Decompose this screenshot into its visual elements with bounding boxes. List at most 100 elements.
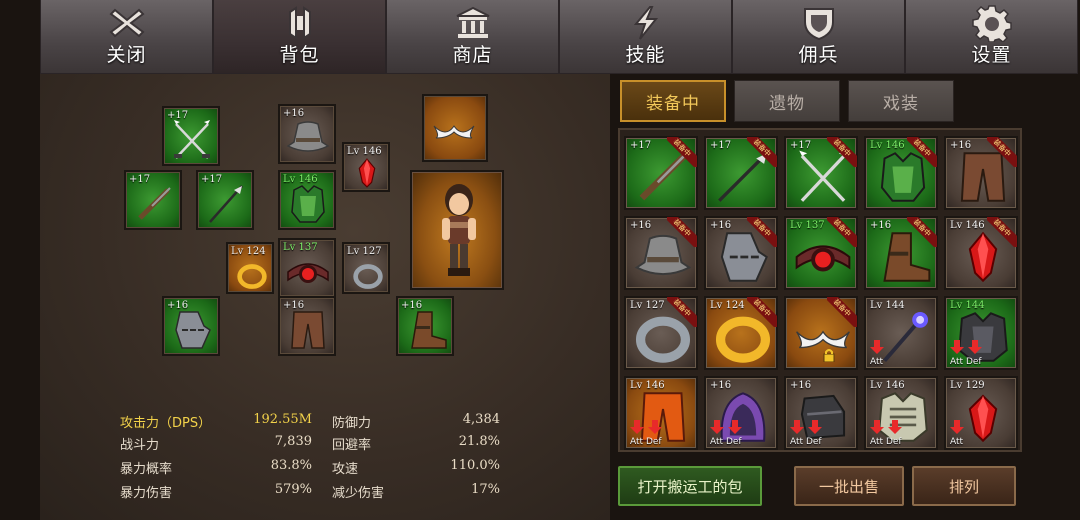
equip-slot-weapon-crossed[interactable]: +17 [162,106,220,166]
mercenary-label: 佣兵 [798,44,839,66]
hero-figure [442,184,476,276]
down-arrow-icon [950,420,964,434]
settings-label: 设置 [971,44,1012,66]
equip-slot-label: Lv 124 [231,246,266,257]
equip-slot-mustache[interactable] [422,94,488,162]
equip-slot-armor[interactable]: Lv 146 [278,170,336,230]
equip-slot-ring-steel[interactable]: Lv 127 [342,242,390,294]
item-label: Lv 146 [630,380,665,391]
inventory-item-orange-pants[interactable]: Lv 146 Att Def [624,376,698,450]
equip-slot-rifle[interactable]: +17 [124,170,182,230]
top-menu: 关闭 背包 商店 技能 佣兵 设置 [40,0,1080,74]
equip-slot-spear[interactable]: +17 [196,170,254,230]
lock-icon [823,349,835,362]
item-label: Lv 124 [710,300,745,311]
open-porter-bag-button[interactable]: 打开搬运工的包 [618,466,762,506]
equipped-ribbon: 装备中 [827,297,857,327]
inventory-item-hat[interactable]: +16 装备中 [624,216,698,290]
equipped-tag: 装备中 [987,217,1017,247]
hat-icon [286,121,330,152]
stat-value-crit-rate: 83.8% [270,458,312,473]
settings-tab[interactable]: 设置 [905,0,1078,74]
pants-icon [291,311,325,349]
equip-slot-ring-gold[interactable]: Lv 124 [226,242,274,294]
white-mustache-icon [433,125,475,139]
red-gem-icon [358,158,376,188]
inventory-item-boots[interactable]: +16 装备中 [864,216,938,290]
equip-slot-hat[interactable]: +16 [278,104,336,164]
close-label: 关闭 [106,44,147,66]
stat-name-power: 战斗力 [120,438,160,453]
tab-equipped[interactable]: 装备中 [620,80,726,122]
stat-value-power: 7,839 [274,434,312,449]
down-arrow-icon [648,420,662,434]
equipped-tag: 装备中 [827,217,857,247]
equipped-tag: 装备中 [667,217,697,247]
down-arrow-icon [968,340,982,354]
backpack-tab[interactable]: 背包 [213,0,386,74]
equip-slot-label: Lv 127 [347,246,382,257]
stat-name-evasion: 回避率 [332,438,372,453]
sort-button[interactable]: 排列 [912,466,1016,506]
inventory-grid: +17 装备中 +17 装备中 +17 装备中 Lv 146 装备中 +16 装… [618,128,1022,452]
green-armor-icon [291,185,325,223]
inventory-item-gold-ring[interactable]: Lv 124 装备中 [704,296,778,370]
equipped-tag: 装备中 [667,297,697,327]
equipped-tag: 装备中 [987,137,1017,167]
tab-costumes[interactable]: 戏装 [848,80,954,122]
spear-icon [209,185,243,223]
equipped-tag: 装备中 [747,217,777,247]
item-label: Lv 127 [630,300,665,311]
down-arrow-icon [630,420,644,434]
inventory-item-mustache[interactable]: 装备中 [784,296,858,370]
mercenary-tab[interactable]: 佣兵 [732,0,905,74]
att-label: Att [950,437,964,447]
inventory-item-bone-armor[interactable]: Lv 146 Att Def [864,376,938,450]
shop-label: 商店 [452,44,493,66]
item-label: +17 [790,140,812,151]
equip-slot-gauntlet[interactable]: +16 [162,296,220,356]
inventory-item-amulet[interactable]: Lv 146 装备中 [944,216,1018,290]
inventory-item-rifle[interactable]: +17 装备中 [624,136,698,210]
close-button[interactable]: 关闭 [40,0,213,74]
item-label: +16 [870,220,892,231]
equip-slot-pants[interactable]: +16 [278,296,336,356]
inventory-item-gauntlet[interactable]: +16 装备中 [704,216,778,290]
inventory-item-steel-ring[interactable]: Lv 127 装备中 [624,296,698,370]
gold-ring-icon [237,264,267,289]
def-label: Def [965,357,982,367]
backpack-icon [288,6,311,40]
equipped-ribbon: 装备中 [747,137,777,167]
inventory-item-staff[interactable]: Lv 144 Att [864,296,938,370]
inventory-item-red-amulet[interactable]: Lv 129 Att [944,376,1018,450]
inventory-item-black-gauntlet[interactable]: +16 Att Def [784,376,858,450]
inventory-tabs: 装备中 遗物 戏装 [620,80,960,122]
inventory-item-spear[interactable]: +17 装备中 [704,136,778,210]
shop-tab[interactable]: 商店 [386,0,559,74]
stat-down-arrows [870,420,902,434]
red-orb-belt-icon [287,263,329,283]
stat-name-crit-rate: 暴力概率 [120,462,173,477]
inventory-item-dark-armor[interactable]: Lv 144 Att Def [944,296,1018,370]
att-label: Att [710,437,724,447]
stat-down-arrows [870,340,884,354]
equip-slot-boots[interactable]: +16 [396,296,454,356]
inventory-item-pants[interactable]: +16 装备中 [944,136,1018,210]
def-label: Def [645,437,662,447]
inventory-item-belt[interactable]: Lv 137 装备中 [784,216,858,290]
bulk-sell-button[interactable]: 一批出售 [794,466,904,506]
def-label: Def [725,437,742,447]
down-arrow-icon [808,420,822,434]
stat-name-defense: 防御力 [332,416,372,431]
down-arrow-icon [728,420,742,434]
att-def-label: Att Def [710,437,742,447]
stat-value-attack-speed: 110.0% [450,458,500,473]
inventory-item-purple-hood[interactable]: +16 Att Def [704,376,778,450]
att-def-label: Att Def [870,437,902,447]
equip-slot-belt[interactable]: Lv 137 [278,238,336,298]
inventory-item-crossed-spears[interactable]: +17 装备中 [784,136,858,210]
skill-tab[interactable]: 技能 [559,0,732,74]
tab-relics[interactable]: 遗物 [734,80,840,122]
equip-slot-amulet[interactable]: Lv 146 [342,142,390,192]
inventory-item-green-armor[interactable]: Lv 146 装备中 [864,136,938,210]
